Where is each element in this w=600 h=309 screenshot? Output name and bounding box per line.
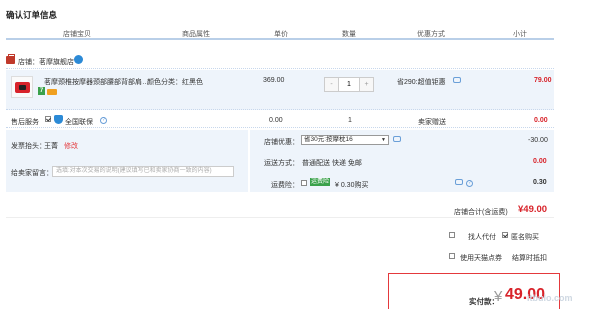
- item-discount: 省290:超值钜惠: [397, 79, 446, 86]
- col-subtotal-header: 小计: [513, 31, 527, 38]
- tmall-points-rule: 结算时抵扣: [512, 255, 547, 262]
- shop-discount-label: 店铺优惠：: [264, 139, 299, 146]
- shop-name[interactable]: 店铺：茗摩旗舰店: [18, 57, 74, 67]
- invoice-edit-link[interactable]: 修改: [64, 141, 78, 151]
- item-name[interactable]: 茗摩颈椎按摩器颈部腰部背部肩…: [44, 77, 149, 87]
- card-payment-badge: [47, 89, 57, 95]
- message-label: 给卖家留言：: [11, 170, 53, 177]
- service-row: 售后服务 全国联保 ? 0.00 1 卖家赠送 0.00: [6, 114, 554, 128]
- invoice-label: 发票抬头：: [11, 143, 46, 150]
- service-qty: 1: [348, 117, 352, 124]
- shop-total-row: 店铺合计(含运费) ¥49.00: [6, 198, 554, 218]
- warranty-shield-icon: [54, 115, 63, 124]
- seven-day-return-badge: 7: [38, 87, 45, 95]
- service-subtotal: 0.00: [534, 117, 548, 124]
- tmall-points-checkbox[interactable]: [449, 253, 455, 260]
- shipping-method: 普通配送 快递 免邮: [302, 160, 362, 167]
- service-price: 0.00: [269, 117, 283, 124]
- shop-discount-tip-icon[interactable]: [393, 136, 401, 144]
- item-row: 茗摩颈椎按摩器颈部腰部背部肩… 颜色分类：红黑色 369.00 省290:超值钜…: [6, 70, 554, 110]
- payment-box: 实付款： ¥ 49.00: [388, 273, 560, 309]
- invoice-message-panel: [6, 130, 248, 192]
- table-header: 店铺宝贝 商品属性 单价 数量 优惠方式 小计: [6, 28, 554, 40]
- proxy-pay-checkbox[interactable]: [449, 232, 455, 239]
- shop-total-label: 店铺合计(含运费): [454, 209, 508, 216]
- qty-input[interactable]: [338, 78, 360, 91]
- col-price-header: 单价: [274, 31, 288, 38]
- col-qty-header: 数量: [342, 31, 356, 38]
- shop-discount-select[interactable]: 省30元:按摩枕16: [301, 135, 389, 145]
- service-checkbox[interactable]: [45, 116, 51, 123]
- shop-discount-amount: -30.00: [528, 137, 548, 144]
- anonymous-checkbox[interactable]: [502, 232, 508, 239]
- insurance-checkbox[interactable]: [301, 180, 307, 187]
- insurance-price-text: ¥ 0.30购买: [335, 182, 369, 189]
- seller-message-input[interactable]: 选填:对本次交易的说明(建议填写已和卖家协商一致的内容): [52, 166, 234, 177]
- service-discount: 卖家赠送: [418, 119, 446, 126]
- wangwang-chat-icon[interactable]: [74, 55, 83, 64]
- qty-plus-button[interactable]: +: [360, 78, 373, 91]
- quantity-stepper[interactable]: - +: [324, 77, 374, 92]
- col-item-header: 店铺宝贝: [63, 31, 91, 38]
- col-attr-header: 商品属性: [182, 31, 210, 38]
- proxy-pay-label[interactable]: 找人代付: [468, 232, 496, 242]
- invoice-name: 王菁: [44, 143, 58, 150]
- shipping-label: 运送方式：: [264, 160, 299, 167]
- insurance-help-icon[interactable]: ?: [466, 179, 473, 187]
- insurance-amount: 0.30: [533, 179, 547, 186]
- shop-total-amount: ¥49.00: [518, 204, 548, 215]
- service-label: 售后服务: [11, 119, 39, 126]
- qty-minus-button[interactable]: -: [325, 78, 338, 91]
- insurance-label: 运费险：: [271, 182, 299, 189]
- shop-row: 店铺：茗摩旗舰店: [6, 54, 554, 69]
- item-price: 369.00: [263, 77, 285, 84]
- col-discount-header: 优惠方式: [417, 31, 445, 38]
- insurance-tag: 运费险: [310, 178, 331, 186]
- service-option: 全国联保: [65, 119, 93, 126]
- discount-tip-icon[interactable]: [453, 77, 461, 85]
- item-attr: 颜色分类：红黑色: [147, 79, 203, 86]
- shipping-amount: 0.00: [533, 158, 547, 165]
- product-thumbnail[interactable]: [11, 76, 33, 98]
- tmall-points-label[interactable]: 使用天猫点券: [460, 253, 502, 263]
- item-subtotal: 79.00: [534, 77, 552, 84]
- page-title: 确认订单信息: [6, 10, 58, 20]
- insurance-chat-icon[interactable]: [455, 179, 463, 187]
- watermark: itbulo.com: [527, 293, 573, 303]
- payment-currency: ¥: [494, 288, 503, 305]
- shop-icon: [6, 54, 15, 64]
- service-help-icon[interactable]: ?: [100, 116, 107, 124]
- anonymous-label[interactable]: 匿名购买: [511, 232, 539, 242]
